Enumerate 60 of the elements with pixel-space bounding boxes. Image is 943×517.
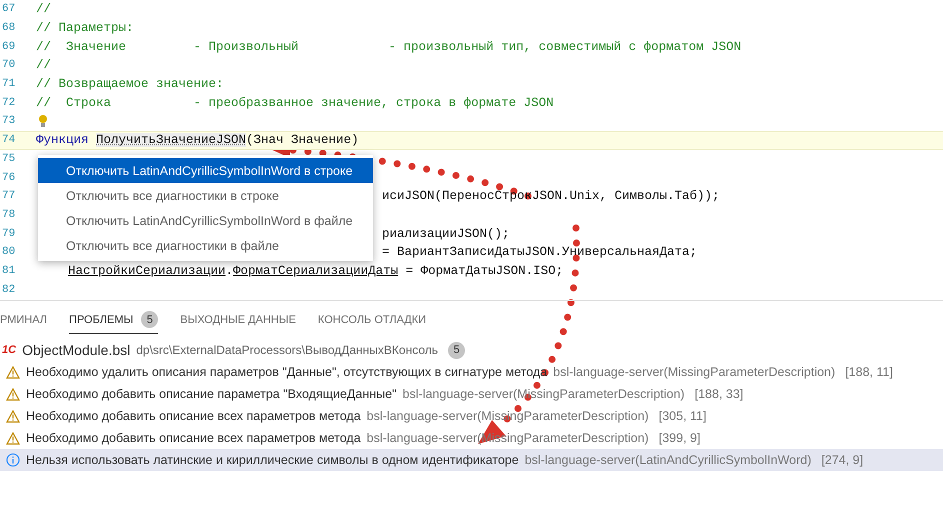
line-number: 67: [2, 3, 16, 16]
code-line: Функция ПолучитьЗначениеJSON(Знач Значение): [36, 133, 359, 148]
menu-item[interactable]: Отключить все диагностики в строке: [38, 183, 373, 208]
problem-position: [188, 11]: [845, 365, 893, 379]
problem-message: Необходимо добавить описание всех параметров метода: [26, 431, 361, 445]
panel-tab[interactable]: ПРОБЛЕМЫ 5: [69, 306, 158, 334]
line-number: 82: [2, 284, 16, 296]
line-number: 76: [2, 172, 16, 184]
problem-position: [305, 11]: [658, 409, 706, 423]
menu-item[interactable]: Отключить LatinAndCyrillicSymbolInWord в строке: [38, 158, 373, 183]
file-logo: 1С: [2, 344, 16, 356]
problem-source: bsl-language-server(MissingParameterDescription): [553, 365, 836, 379]
line-number: 71: [2, 78, 16, 90]
code-line: = ВариантЗаписиДатыJSON.УниверсальнаяДата;: [382, 245, 698, 260]
line-number: 79: [2, 228, 16, 240]
file-path: dp\src\ExternalDataProcessors\ВыводДанныхВКонсоль: [136, 343, 438, 357]
line-number: 69: [2, 40, 16, 53]
menu-item[interactable]: Отключить все диагностики в файле: [38, 233, 373, 258]
problem-row[interactable]: Нельзя использовать латинские и кириллические символы в одном идентификаторе bsl-language-server(LatinAndCyrillicSymbolInWord) [274, 9]: [0, 449, 943, 471]
problem-message: Нельзя использовать латинские и кириллические символы в одном идентификаторе: [26, 453, 519, 467]
line-number: 77: [2, 190, 16, 202]
problem-message: Необходимо добавить описание всех параметров метода: [26, 409, 361, 423]
count-badge: 5: [141, 311, 158, 328]
line-number: 78: [2, 208, 16, 221]
code-line: // Значение - Произвольный - произвольный тип, совместимый с форматом JSON: [36, 40, 742, 54]
problem-position: [399, 9]: [658, 431, 700, 445]
warning-icon: [6, 410, 20, 422]
code-line: // Строка - преобразванное значение, строка в формате JSON: [36, 96, 554, 110]
code-line: //: [36, 58, 52, 72]
count-badge: 5: [448, 342, 466, 358]
problem-source: bsl-language-server(LatinAndCyrillicSymbolInWord): [524, 453, 812, 467]
warning-icon: [6, 432, 20, 444]
code-line: риализацииJSON();: [382, 226, 510, 241]
line-number: 81: [2, 264, 16, 277]
warning-icon: [6, 388, 20, 400]
file-name: ObjectModule.bsl: [22, 342, 130, 358]
line-number: 70: [2, 59, 16, 72]
problem-position: [188, 33]: [694, 387, 744, 401]
panel-tab[interactable]: ВЫХОДНЫЕ ДАННЫЕ: [180, 306, 296, 334]
menu-item[interactable]: Отключить LatinAndCyrillicSymbolInWord в файле: [38, 208, 373, 233]
line-number: 73: [2, 115, 16, 128]
problem-source: bsl-language-server(MissingParameterDescription): [366, 409, 649, 423]
problem-message: Необходимо добавить описание параметра "ВходящиеДанные": [26, 387, 397, 401]
line-number: 72: [2, 96, 16, 109]
info-icon: [6, 453, 20, 467]
code-line: //: [36, 2, 52, 16]
line-number: 68: [2, 22, 16, 34]
line-number: 75: [2, 152, 16, 165]
warning-icon: [6, 366, 20, 378]
problem-source: bsl-language-server(MissingParameterDescription): [402, 387, 685, 401]
code-line: // Возвращаемое значение:: [36, 77, 224, 92]
line-number: 80: [2, 246, 16, 258]
line-number: 74: [2, 134, 16, 146]
panel-tab[interactable]: КОНСОЛЬ ОТЛАДКИ: [318, 306, 426, 334]
problem-position: [274, 9]: [821, 453, 864, 467]
code-line: // Параметры:: [36, 21, 134, 36]
panel-tab[interactable]: РМИНАЛ: [0, 306, 48, 334]
code-line: НастройкиСериализации.ФорматСериализацииДаты = ФорматДатыJSON.ISO;: [68, 264, 564, 278]
problem-row[interactable]: Необходимо добавить описание всех параметров метода bsl-language-server(MissingParameterDescription) [305, 11]: [0, 405, 943, 427]
problem-row[interactable]: Необходимо добавить описание параметра "ВходящиеДанные" bsl-language-server(MissingParameterDescription) [188, 33]: [0, 383, 943, 405]
